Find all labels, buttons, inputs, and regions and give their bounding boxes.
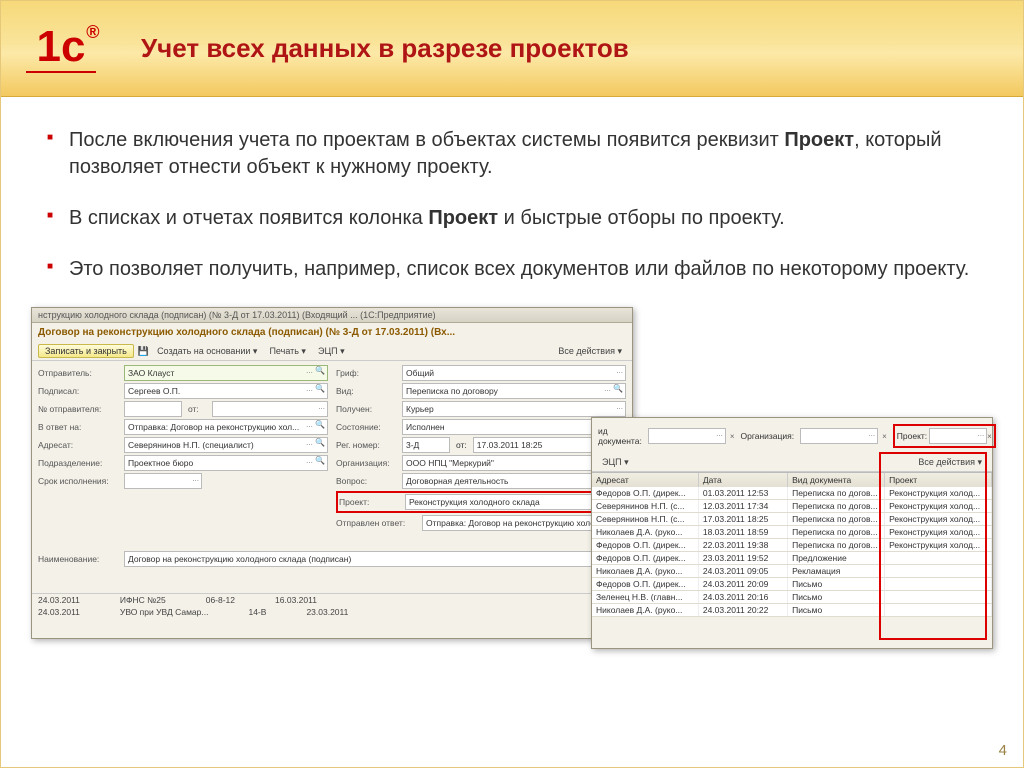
field-sender-no[interactable] bbox=[124, 401, 182, 417]
bullet-list: После включения учета по проектам в объе… bbox=[41, 127, 983, 283]
label-sender-no: № отправителя: bbox=[38, 404, 118, 414]
filter-project-highlight: Проект:...× bbox=[893, 424, 996, 448]
label-sent-reply: Отправлен ответ: bbox=[336, 518, 416, 528]
field-signed[interactable]: Сергеев О.П.... 🔍 bbox=[124, 383, 328, 399]
clear-icon[interactable]: × bbox=[730, 432, 735, 441]
clear-icon[interactable]: × bbox=[882, 432, 887, 441]
create-based-on-button[interactable]: Создать на основании ▾ bbox=[153, 345, 261, 358]
filter-project[interactable]: ... bbox=[929, 428, 987, 444]
label-department: Подразделение: bbox=[38, 458, 118, 468]
table-row[interactable]: Федоров О.П. (дирек...23.03.2011 19:52Пр… bbox=[592, 552, 992, 565]
field-sender-date[interactable]: ... bbox=[212, 401, 328, 417]
all-actions-button[interactable]: Все действия ▾ bbox=[554, 345, 626, 358]
table-row[interactable]: Федоров О.П. (дирек...24.03.2011 20:09Пи… bbox=[592, 578, 992, 591]
label-reply-to: В ответ на: bbox=[38, 422, 118, 432]
label-regno: Рег. номер: bbox=[336, 440, 396, 450]
table-row[interactable]: Николаев Д.А. (руко...24.03.2011 20:22Пи… bbox=[592, 604, 992, 617]
save-icon[interactable]: 💾 bbox=[138, 346, 149, 357]
save-close-button[interactable]: Записать и закрыть bbox=[38, 344, 134, 358]
list-row[interactable]: 24.03.2011ИФНС №2506-8-1216.03.2011 bbox=[32, 594, 632, 606]
table-row[interactable]: Северянинов Н.П. (с...17.03.2011 18:25Пе… bbox=[592, 513, 992, 526]
page-number: 4 bbox=[999, 742, 1007, 759]
filter-org[interactable]: ... bbox=[800, 428, 878, 444]
window-titlebar: нструкцию холодного склада (подписан) (№… bbox=[32, 308, 632, 323]
ecp-button[interactable]: ЭЦП ▾ bbox=[314, 345, 349, 358]
field-reply-to[interactable]: Отправка: Договор на реконструкцию хол..… bbox=[124, 419, 328, 435]
filter-bar: ид документа:...× Организация:...× Проек… bbox=[592, 418, 992, 454]
clear-icon[interactable]: × bbox=[987, 432, 992, 441]
bullet-3: Это позволяет получить, например, список… bbox=[41, 256, 983, 283]
field-grif[interactable]: Общий... bbox=[402, 365, 626, 381]
field-deadline[interactable]: ... bbox=[124, 473, 202, 489]
window-document-list: ид документа:...× Организация:...× Проек… bbox=[591, 417, 993, 649]
documents-table: Адресат Дата Вид документа Проект Федоро… bbox=[592, 472, 992, 617]
table-header: Адресат Дата Вид документа Проект bbox=[592, 473, 992, 487]
table-row[interactable]: Федоров О.П. (дирек...01.03.2011 12:53Пе… bbox=[592, 487, 992, 500]
field-department[interactable]: Проектное бюро... 🔍 bbox=[124, 455, 328, 471]
label-name: Наименование: bbox=[38, 554, 118, 564]
logo-1c: 1с® bbox=[21, 14, 101, 84]
label-sender: Отправитель: bbox=[38, 368, 118, 378]
filter-label-project: Проект: bbox=[897, 431, 927, 441]
filter-label-org: Организация: bbox=[740, 431, 794, 441]
field-addressee[interactable]: Северянинов Н.П. (специалист)... 🔍 bbox=[124, 437, 328, 453]
label-grif: Гриф: bbox=[336, 368, 396, 378]
label-topic: Вопрос: bbox=[336, 476, 396, 486]
list-row[interactable]: 24.03.2011УВО при УВД Самар...14-В23.03.… bbox=[32, 606, 632, 618]
table-row[interactable]: Федоров О.П. (дирек...22.03.2011 19:38Пе… bbox=[592, 539, 992, 552]
bullet-2: В списках и отчетах появится колонка Про… bbox=[41, 205, 983, 232]
all-actions-button[interactable]: Все действия ▾ bbox=[914, 456, 986, 469]
table-row[interactable]: Северянинов Н.П. (с...12.03.2011 17:34Пе… bbox=[592, 500, 992, 513]
project-row-highlight: Проект:Реконструкция холодного склада...… bbox=[336, 491, 626, 513]
bottom-list: 24.03.2011ИФНС №2506-8-1216.03.2011 24.0… bbox=[32, 593, 632, 618]
field-kind[interactable]: Переписка по договору... 🔍 bbox=[402, 383, 626, 399]
field-regdate[interactable]: 17.03.2011 18:25 bbox=[473, 437, 606, 453]
window-document-card: нструкцию холодного склада (подписан) (№… bbox=[31, 307, 633, 639]
label-received: Получен: bbox=[336, 404, 396, 414]
ecp-button[interactable]: ЭЦП ▾ bbox=[598, 456, 633, 469]
slide-header: 1с® Учет всех данных в разрезе проектов bbox=[1, 1, 1023, 97]
print-button[interactable]: Печать ▾ bbox=[265, 345, 310, 358]
table-row[interactable]: Николаев Д.А. (руко...18.03.2011 18:59Пе… bbox=[592, 526, 992, 539]
label-project: Проект: bbox=[339, 497, 399, 507]
label-addressee: Адресат: bbox=[38, 440, 118, 450]
filter-label-kind: ид документа: bbox=[598, 426, 642, 446]
toolbar: Записать и закрыть 💾 Создать на основани… bbox=[32, 342, 632, 361]
table-row[interactable]: Зеленец Н.В. (главн...24.03.2011 20:16Пи… bbox=[592, 591, 992, 604]
label-kind: Вид: bbox=[336, 386, 396, 396]
filter-kind[interactable]: ... bbox=[648, 428, 726, 444]
table-row[interactable]: Николаев Д.А. (руко...24.03.2011 09:05Ре… bbox=[592, 565, 992, 578]
label-org: Организация: bbox=[336, 458, 396, 468]
field-received[interactable]: Курьер... bbox=[402, 401, 626, 417]
label-signed: Подписал: bbox=[38, 386, 118, 396]
field-name[interactable]: Договор на реконструкцию холодного склад… bbox=[124, 551, 626, 567]
field-regno[interactable]: 3-Д bbox=[402, 437, 450, 453]
bullet-1: После включения учета по проектам в объе… bbox=[41, 127, 983, 181]
label-state: Состояние: bbox=[336, 422, 396, 432]
document-title: Договор на реконструкцию холодного склад… bbox=[32, 323, 632, 342]
field-sender[interactable]: ЗАО Клауст... 🔍 bbox=[124, 365, 328, 381]
slide-title: Учет всех данных в разрезе проектов bbox=[141, 33, 629, 64]
label-deadline: Срок исполнения: bbox=[38, 476, 118, 486]
